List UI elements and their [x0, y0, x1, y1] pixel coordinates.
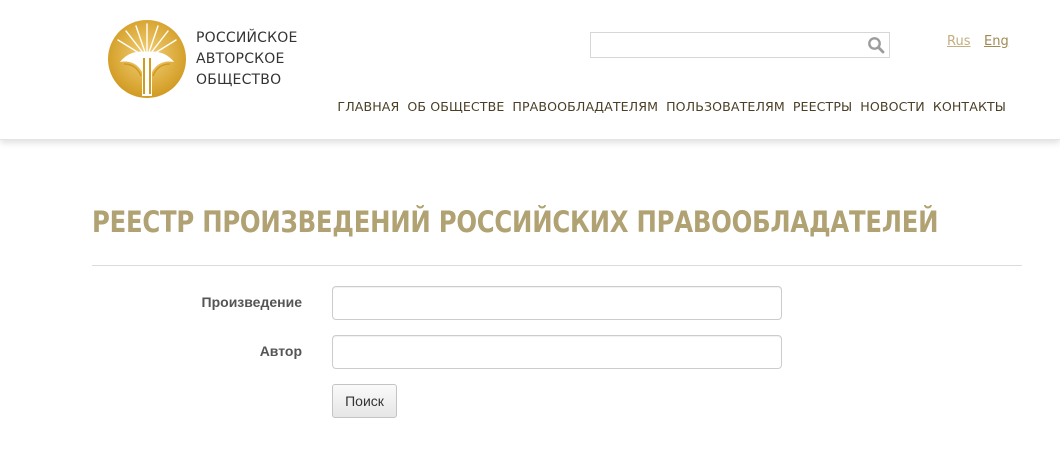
- nav-item-contacts[interactable]: КОНТАКТЫ: [933, 99, 1006, 114]
- nav-item-news[interactable]: НОВОСТИ: [860, 99, 925, 114]
- site-header: РОССИЙСКОЕ АВТОРСКОЕ ОБЩЕСТВО Rus Eng ГЛ…: [0, 0, 1060, 140]
- nav-item-registries[interactable]: РЕЕСТРЫ: [793, 99, 852, 114]
- header-search: [590, 32, 890, 58]
- nav-item-home[interactable]: ГЛАВНАЯ: [337, 99, 399, 114]
- logo-link[interactable]: РОССИЙСКОЕ АВТОРСКОЕ ОБЩЕСТВО: [106, 18, 298, 100]
- search-button[interactable]: [865, 35, 887, 55]
- logo-text: РОССИЙСКОЕ АВТОРСКОЕ ОБЩЕСТВО: [196, 28, 298, 91]
- logo-line-3: ОБЩЕСТВО: [196, 71, 282, 88]
- rao-emblem-icon: [108, 20, 186, 98]
- nav-item-users[interactable]: ПОЛЬЗОВАТЕЛЯМ: [666, 99, 785, 114]
- logo-line-2: АВТОРСКОЕ: [196, 50, 285, 67]
- author-label: Автор: [259, 343, 302, 359]
- title-divider: [92, 265, 1022, 266]
- nav-item-rightholders[interactable]: ПРАВООБЛАДАТЕЛЯМ: [512, 99, 658, 114]
- page-title: РЕЕСТР ПРОИЗВЕДЕНИЙ РОССИЙСКИХ ПРАВООБЛА…: [92, 205, 939, 239]
- main-nav: ГЛАВНАЯ ОБ ОБЩЕСТВЕ ПРАВООБЛАДАТЕЛЯМ ПОЛ…: [329, 99, 1006, 114]
- work-label: Произведение: [201, 294, 302, 310]
- lang-rus-link[interactable]: Rus: [947, 34, 970, 49]
- logo-line-1: РОССИЙСКОЕ: [196, 29, 298, 46]
- lang-eng-link[interactable]: Eng: [984, 34, 1009, 49]
- search-submit-button[interactable]: Поиск: [332, 384, 397, 418]
- work-input[interactable]: [332, 286, 782, 320]
- search-input[interactable]: [591, 33, 859, 57]
- author-input[interactable]: [332, 335, 782, 369]
- nav-item-about[interactable]: ОБ ОБЩЕСТВЕ: [407, 99, 504, 114]
- search-icon: [868, 37, 885, 54]
